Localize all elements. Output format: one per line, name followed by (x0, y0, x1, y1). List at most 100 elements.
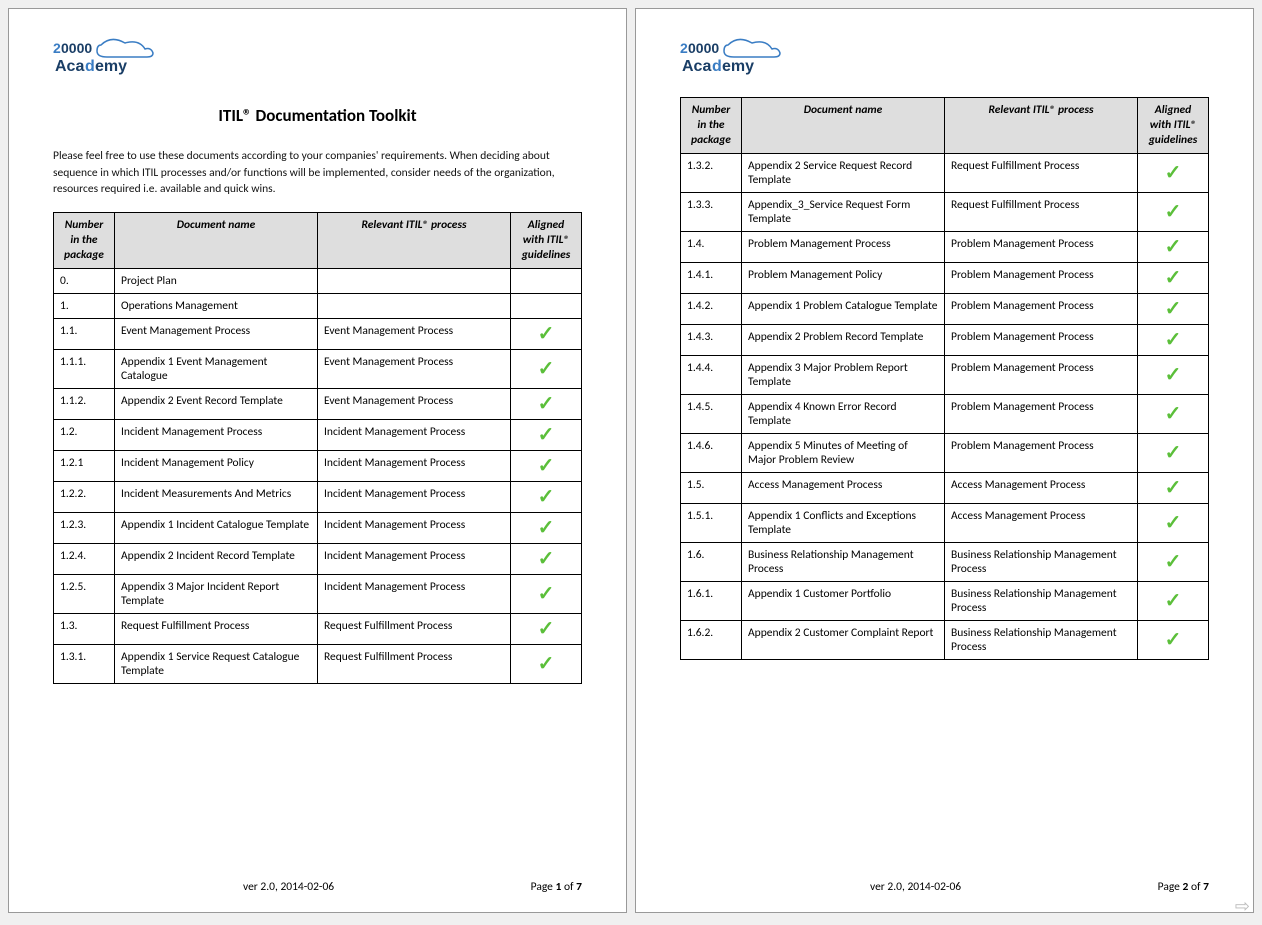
table-row: 1.1.Event Management ProcessEvent Manage… (54, 318, 582, 349)
cell-number: 1.3.2. (681, 153, 742, 192)
checkmark-icon: ✓ (538, 392, 555, 416)
svg-text:d: d (712, 58, 722, 75)
cell-aligned: ✓ (1138, 192, 1209, 231)
cell-number: 0. (54, 268, 115, 293)
cell-aligned: ✓ (1138, 355, 1209, 394)
logo: 2 0000 Aca d emy (53, 37, 582, 79)
table-row: 1.4.2.Appendix 1 Problem Catalogue Templ… (681, 293, 1209, 324)
cell-aligned: ✓ (1138, 433, 1209, 472)
cell-document-name: Appendix 1 Problem Catalogue Template (742, 293, 945, 324)
cell-process (318, 293, 511, 318)
checkmark-icon: ✓ (538, 547, 555, 571)
cell-number: 1.6.2. (681, 620, 742, 659)
cell-number: 1.4.4. (681, 355, 742, 394)
svg-text:Aca: Aca (682, 58, 711, 75)
checkmark-icon: ✓ (538, 322, 555, 346)
cell-number: 1.4.2. (681, 293, 742, 324)
cell-process: Problem Management Process (945, 394, 1138, 433)
cell-document-name: Appendix 1 Incident Catalogue Template (115, 512, 318, 543)
cell-process (318, 268, 511, 293)
cell-document-name: Appendix 1 Conflicts and Exceptions Temp… (742, 503, 945, 542)
cell-number: 1.4. (681, 231, 742, 262)
cell-process: Incident Management Process (318, 512, 511, 543)
col-header-aligned: Aligned with ITIL® guidelines (1138, 98, 1209, 154)
cell-document-name: Event Management Process (115, 318, 318, 349)
cell-number: 1.2.1 (54, 450, 115, 481)
checkmark-icon: ✓ (1165, 363, 1182, 387)
cell-aligned: ✓ (511, 574, 582, 613)
next-page-arrow-icon[interactable]: ⇨ (1235, 895, 1250, 917)
cell-process: Incident Management Process (318, 481, 511, 512)
cell-number: 1.2.5. (54, 574, 115, 613)
table-row: 1.3.2.Appendix 2 Service Request Record … (681, 153, 1209, 192)
cell-aligned: ✓ (1138, 293, 1209, 324)
cell-document-name: Incident Management Process (115, 419, 318, 450)
checkmark-icon: ✓ (1165, 441, 1182, 465)
cell-process: Request Fulfillment Process (945, 192, 1138, 231)
cell-document-name: Appendix 1 Customer Portfolio (742, 581, 945, 620)
col-header-name: Document name (742, 98, 945, 154)
table-row: 1.6.Business Relationship Management Pro… (681, 542, 1209, 581)
table-row: 1.6.1.Appendix 1 Customer PortfolioBusin… (681, 581, 1209, 620)
cell-aligned (511, 293, 582, 318)
cell-document-name: Incident Management Policy (115, 450, 318, 481)
cell-aligned: ✓ (1138, 472, 1209, 503)
cell-aligned: ✓ (1138, 581, 1209, 620)
cell-aligned: ✓ (1138, 262, 1209, 293)
cell-process: Incident Management Process (318, 574, 511, 613)
table-row: 1.4.Problem Management ProcessProblem Ma… (681, 231, 1209, 262)
cell-aligned: ✓ (511, 419, 582, 450)
cell-document-name: Appendix 2 Customer Complaint Report (742, 620, 945, 659)
cell-process: Problem Management Process (945, 355, 1138, 394)
checkmark-icon: ✓ (1165, 402, 1182, 426)
table-row: 1.3.3.Appendix_3_Service Request Form Te… (681, 192, 1209, 231)
svg-text:2: 2 (53, 40, 61, 56)
cell-document-name: Appendix 5 Minutes of Meeting of Major P… (742, 433, 945, 472)
intro-text: Please feel free to use these documents … (53, 148, 582, 198)
cell-aligned: ✓ (1138, 542, 1209, 581)
cell-number: 1.6.1. (681, 581, 742, 620)
cell-process: Incident Management Process (318, 419, 511, 450)
cell-process: Event Management Process (318, 349, 511, 388)
footer-page: Page 2 of 7 (1158, 880, 1209, 894)
col-header-number: Number in the package (54, 213, 115, 269)
cell-document-name: Appendix 2 Incident Record Template (115, 543, 318, 574)
checkmark-icon: ✓ (538, 582, 555, 606)
checkmark-icon: ✓ (1165, 328, 1182, 352)
col-header-process: Relevant ITIL® process (945, 98, 1138, 154)
cell-aligned: ✓ (511, 318, 582, 349)
cell-process: Access Management Process (945, 472, 1138, 503)
cell-document-name: Problem Management Policy (742, 262, 945, 293)
table-row: 1.2.3.Appendix 1 Incident Catalogue Temp… (54, 512, 582, 543)
cell-number: 1.6. (681, 542, 742, 581)
svg-text:emy: emy (722, 58, 754, 75)
cell-process: Event Management Process (318, 388, 511, 419)
cell-aligned: ✓ (511, 644, 582, 683)
cell-process: Event Management Process (318, 318, 511, 349)
page-footer: ver 2.0, 2014-02-06 Page 2 of 7 (680, 868, 1209, 894)
cell-aligned: ✓ (511, 613, 582, 644)
svg-text:d: d (85, 58, 95, 75)
cell-aligned: ✓ (511, 543, 582, 574)
cell-document-name: Business Relationship Management Process (742, 542, 945, 581)
cell-number: 1.4.5. (681, 394, 742, 433)
checkmark-icon: ✓ (1165, 266, 1182, 290)
table-row: 1.2.Incident Management ProcessIncident … (54, 419, 582, 450)
checkmark-icon: ✓ (1165, 628, 1182, 652)
col-header-name: Document name (115, 213, 318, 269)
cell-document-name: Project Plan (115, 268, 318, 293)
cell-process: Incident Management Process (318, 543, 511, 574)
cell-document-name: Appendix 1 Service Request Catalogue Tem… (115, 644, 318, 683)
cell-aligned (511, 268, 582, 293)
cell-aligned: ✓ (1138, 503, 1209, 542)
checkmark-icon: ✓ (538, 423, 555, 447)
checkmark-icon: ✓ (538, 485, 555, 509)
checkmark-icon: ✓ (538, 652, 555, 676)
cell-number: 1.4.3. (681, 324, 742, 355)
cell-process: Business Relationship Management Process (945, 581, 1138, 620)
cell-number: 1.5. (681, 472, 742, 503)
cell-aligned: ✓ (511, 450, 582, 481)
cell-process: Problem Management Process (945, 433, 1138, 472)
cell-number: 1. (54, 293, 115, 318)
footer-version: ver 2.0, 2014-02-06 (243, 880, 334, 894)
